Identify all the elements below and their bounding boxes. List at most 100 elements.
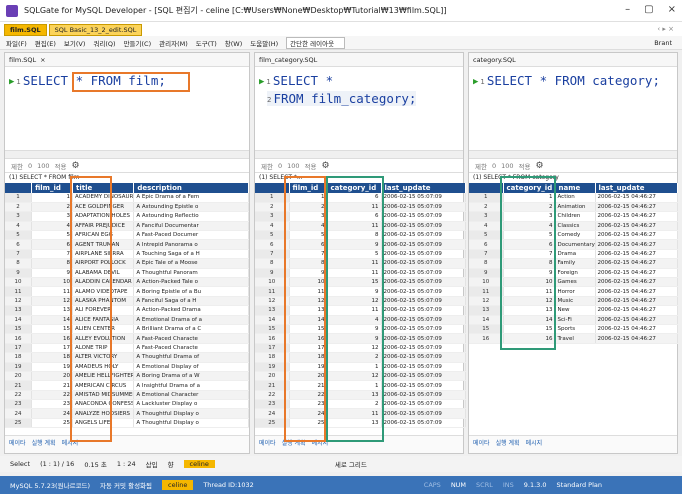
- table-cell[interactable]: 16: [289, 333, 328, 344]
- table-row[interactable]: 11 11 9 2006-02-15 05:07:09: [255, 286, 466, 297]
- table-row[interactable]: 2 2 11 2006-02-15 05:07:09: [255, 202, 466, 213]
- table-cell[interactable]: 4: [327, 315, 382, 325]
- table-cell[interactable]: 7: [503, 249, 556, 260]
- table-row[interactable]: 10 10 ALADDIN CALENDAR A Action-Packed Tale…: [5, 277, 249, 288]
- table-cell[interactable]: A Boring Drama of a W: [133, 371, 249, 382]
- table-cell[interactable]: 10: [31, 277, 74, 288]
- table-cell[interactable]: 2006-02-15 04:46:27: [595, 268, 678, 279]
- table-cell[interactable]: 12: [503, 296, 556, 307]
- table-row[interactable]: 4 4 AFFAIR PREJUDICE A Fanciful Documentar: [5, 221, 249, 232]
- table-cell[interactable]: 2: [31, 202, 74, 213]
- apply-button[interactable]: 적용: [305, 161, 317, 171]
- table-cell[interactable]: 11: [289, 286, 328, 297]
- table-cell[interactable]: A Touching Saga of a H: [133, 249, 249, 260]
- table-cell[interactable]: 13: [327, 390, 382, 401]
- menu-tools[interactable]: 도구(T): [196, 38, 217, 48]
- table-cell[interactable]: 2006-02-15 05:07:09: [381, 305, 466, 316]
- table-cell[interactable]: 24: [31, 408, 74, 419]
- table-cell[interactable]: Sci-Fi: [555, 315, 596, 325]
- table-cell[interactable]: 2006-02-15 05:07:09: [381, 296, 466, 307]
- table-row[interactable]: 14 14 4 2006-02-15 05:07:09: [255, 315, 466, 325]
- table-cell[interactable]: 9: [327, 324, 382, 335]
- user-menu[interactable]: Brant: [654, 39, 672, 47]
- table-cell[interactable]: 4: [503, 221, 556, 232]
- table-cell[interactable]: A Lackluster Display o: [133, 399, 249, 410]
- table-cell[interactable]: 2006-02-15 05:07:09: [381, 333, 466, 344]
- table-cell[interactable]: AFFAIR PREJUDICE: [72, 221, 135, 232]
- table-cell[interactable]: 2006-02-15 05:07:09: [381, 230, 466, 241]
- table-row[interactable]: 2 2 ACE GOLDFINGER A Astounding Epistle o: [5, 202, 249, 213]
- table-cell[interactable]: 11: [327, 408, 382, 419]
- table-cell[interactable]: 12: [289, 296, 328, 307]
- table-row[interactable]: 12 12 Music 2006-02-15 04:46:27: [469, 296, 678, 307]
- table-row[interactable]: 2 2 Animation 2006-02-15 04:46:27: [469, 202, 678, 213]
- table-cell[interactable]: New: [555, 305, 596, 316]
- table-cell[interactable]: 2006-02-15 05:07:09: [381, 362, 466, 372]
- table-cell[interactable]: 5: [503, 230, 556, 241]
- table-cell[interactable]: ALADDIN CALENDAR: [72, 277, 135, 288]
- table-row[interactable]: 16 16 Travel 2006-02-15 04:46:27: [469, 333, 678, 344]
- tab-plan[interactable]: 실행 계획: [282, 438, 306, 447]
- table-cell[interactable]: 2006-02-15 04:46:27: [595, 239, 678, 250]
- table-cell[interactable]: 11: [327, 258, 382, 269]
- column-header[interactable]: film_id: [289, 183, 328, 193]
- table-cell[interactable]: A Emotional Drama of a: [133, 315, 249, 325]
- table-cell[interactable]: A Intrepid Panorama o: [133, 239, 249, 250]
- table-row[interactable]: 17 17 ALONE TRIP A Fast-Paced Characte: [5, 343, 249, 354]
- table-cell[interactable]: 2006-02-15 05:07:09: [381, 258, 466, 269]
- menu-view[interactable]: 보기(V): [64, 38, 85, 48]
- menu-edit[interactable]: 편집(E): [35, 38, 56, 48]
- table-row[interactable]: 15 15 9 2006-02-15 05:07:09: [255, 324, 466, 335]
- table-row[interactable]: 16 16 9 2006-02-15 05:07:09: [255, 333, 466, 344]
- table-row[interactable]: 7 7 AIRPLANE SIERRA A Touching Saga of a H: [5, 249, 249, 260]
- table-row[interactable]: 17 17 12 2006-02-15 05:07:09: [255, 343, 466, 354]
- page-size[interactable]: 100: [287, 162, 299, 170]
- table-cell[interactable]: 2006-02-15 05:07:09: [381, 221, 466, 232]
- apply-button[interactable]: 적용: [55, 161, 67, 171]
- close-button[interactable]: ×: [668, 4, 676, 15]
- table-cell[interactable]: 11: [327, 202, 382, 213]
- table-cell[interactable]: A Fanciful Saga of a H: [133, 296, 249, 307]
- table-cell[interactable]: 2006-02-15 04:46:27: [595, 315, 678, 325]
- table-cell[interactable]: 5: [31, 230, 74, 241]
- sql-editor[interactable]: ▶ 1 SELECT * FROM film;: [5, 67, 249, 151]
- table-cell[interactable]: AFRICAN EGG: [72, 230, 135, 241]
- run-arrow-icon[interactable]: ▶: [473, 77, 478, 87]
- table-row[interactable]: 8 8 AIRPORT POLLOCK A Epic Tale of a Moose: [5, 258, 249, 269]
- table-cell[interactable]: 6: [31, 239, 74, 250]
- tab-data[interactable]: 메이타: [9, 438, 26, 447]
- table-cell[interactable]: Music: [555, 296, 596, 307]
- table-cell[interactable]: A Astounding Reflectio: [133, 211, 249, 222]
- menu-query[interactable]: 쿼리(Q): [93, 38, 115, 48]
- table-row[interactable]: 2323ANACONDA CONFESSIONSA Lackluster Dis…: [5, 399, 249, 410]
- table-row[interactable]: 19 19 1 2006-02-15 05:07:09: [255, 362, 466, 372]
- table-cell[interactable]: 2006-02-15 04:46:27: [595, 202, 678, 213]
- table-cell[interactable]: 9: [327, 333, 382, 344]
- table-cell[interactable]: 9: [327, 239, 382, 250]
- table-cell[interactable]: 11: [503, 286, 556, 297]
- table-cell[interactable]: Classics: [555, 221, 596, 232]
- table-cell[interactable]: 2006-02-15 05:07:09: [381, 202, 466, 213]
- table-cell[interactable]: 8: [503, 258, 556, 269]
- table-cell[interactable]: AIRPLANE SIERRA: [72, 249, 135, 260]
- maximize-button[interactable]: ▢: [644, 4, 653, 15]
- tab-data[interactable]: 메이타: [259, 438, 276, 447]
- table-cell[interactable]: ACE GOLDFINGER: [72, 202, 135, 213]
- table-cell[interactable]: 8: [327, 230, 382, 241]
- table-row[interactable]: 6 6 Documentary 2006-02-15 04:46:27: [469, 239, 678, 250]
- table-cell[interactable]: 2006-02-15 05:07:09: [381, 408, 466, 419]
- table-row[interactable]: 20 20 AMELIE HELLFIGHTERS A Boring Drama of…: [5, 371, 249, 382]
- table-cell[interactable]: 2006-02-15 05:07:09: [381, 390, 466, 401]
- table-cell[interactable]: 15: [327, 277, 382, 288]
- table-cell[interactable]: 7: [289, 249, 328, 260]
- table-row[interactable]: 9 9 Foreign 2006-02-15 04:46:27: [469, 268, 678, 279]
- table-cell[interactable]: Action: [555, 193, 596, 203]
- editor-tab-category[interactable]: category.SQL: [469, 53, 677, 67]
- table-row[interactable]: 18 18 ALTER VICTORY A Thoughtful Drama of: [5, 352, 249, 363]
- table-row[interactable]: 24 24 ANALYZE HOOSIERS A Thoughtful Display…: [5, 408, 249, 419]
- tab-data[interactable]: 메이타: [473, 438, 490, 447]
- table-cell[interactable]: 8: [289, 258, 328, 269]
- table-cell[interactable]: 11: [31, 286, 74, 297]
- table-cell[interactable]: ALLEY EVOLUTION: [72, 333, 135, 344]
- table-row[interactable]: 12 12 12 2006-02-15 05:07:09: [255, 296, 466, 307]
